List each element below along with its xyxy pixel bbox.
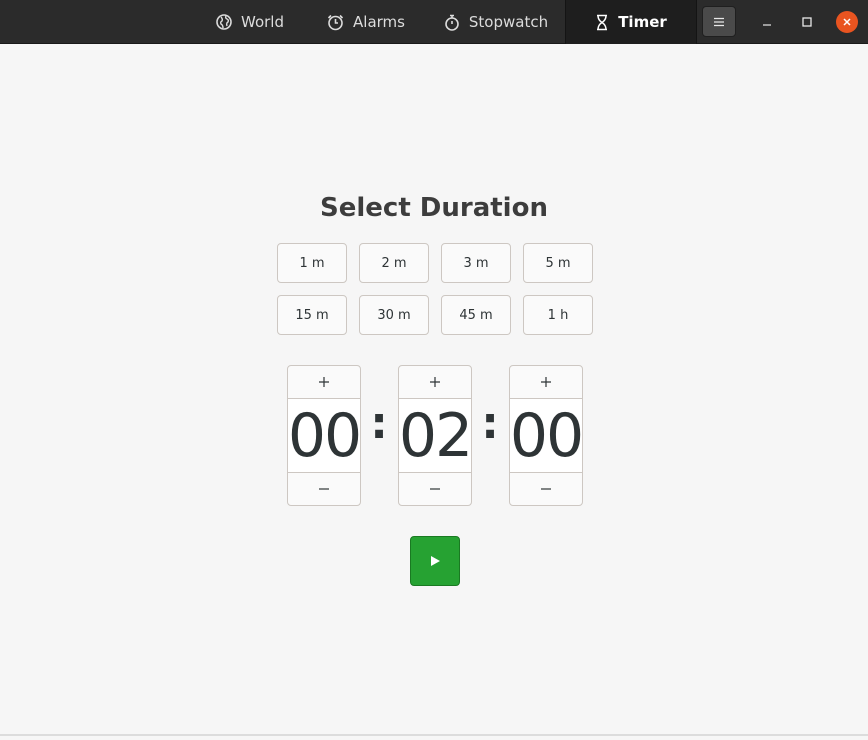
preset-30m-button[interactable]: 30 m [359, 295, 429, 335]
tab-timer[interactable]: Timer [565, 0, 697, 44]
stopwatch-icon [445, 14, 459, 31]
hours-value[interactable]: 00 [288, 398, 362, 473]
minimize-icon [763, 24, 771, 26]
minutes-spinner: 02 [398, 365, 473, 506]
preset-3m-button[interactable]: 3 m [441, 243, 511, 283]
tab-alarms[interactable]: Alarms [316, 0, 416, 44]
preset-1m-button[interactable]: 1 m [277, 243, 347, 283]
preset-45m-button[interactable]: 45 m [441, 295, 511, 335]
hours-increment-button[interactable] [288, 366, 360, 398]
start-timer-button[interactable] [410, 536, 460, 586]
main-menu-button[interactable] [702, 6, 736, 37]
page-title: Select Duration [320, 193, 548, 223]
tab-world[interactable]: World [190, 0, 310, 44]
maximize-icon [802, 17, 812, 27]
plus-icon [319, 377, 329, 387]
hours-spinner: 00 [287, 365, 362, 506]
time-separator: : [370, 398, 388, 449]
seconds-spinner: 00 [509, 365, 584, 506]
window-bottom-edge [0, 734, 868, 736]
minus-icon [430, 488, 440, 490]
tab-stopwatch-label: Stopwatch [468, 13, 549, 31]
header-bar: World Alarms Stopwatch Timer [0, 0, 868, 44]
hours-decrement-button[interactable] [288, 473, 360, 505]
seconds-increment-button[interactable] [510, 366, 582, 398]
alarm-clock-icon [327, 14, 344, 30]
tab-stopwatch[interactable]: Stopwatch [434, 0, 558, 44]
close-button[interactable] [836, 11, 858, 33]
globe-icon [216, 14, 232, 30]
hourglass-icon [597, 14, 608, 30]
seconds-decrement-button[interactable] [510, 473, 582, 505]
preset-2m-button[interactable]: 2 m [359, 243, 429, 283]
preset-1h-button[interactable]: 1 h [523, 295, 593, 335]
tab-alarms-label: Alarms [353, 13, 405, 31]
preset-15m-button[interactable]: 15 m [277, 295, 347, 335]
plus-icon [541, 377, 551, 387]
tab-world-label: World [241, 13, 284, 31]
preset-5m-button[interactable]: 5 m [523, 243, 593, 283]
minus-icon [541, 488, 551, 490]
minus-icon [319, 488, 329, 490]
seconds-value[interactable]: 00 [510, 398, 584, 473]
minimize-button[interactable] [756, 11, 778, 33]
hamburger-menu-icon [714, 17, 724, 26]
minutes-increment-button[interactable] [399, 366, 471, 398]
close-icon [843, 18, 851, 26]
minutes-decrement-button[interactable] [399, 473, 471, 505]
maximize-button[interactable] [796, 11, 818, 33]
minutes-value[interactable]: 02 [399, 398, 473, 473]
plus-icon [430, 377, 440, 387]
time-separator: : [481, 398, 499, 449]
tab-timer-label: Timer [618, 13, 667, 31]
play-icon [431, 556, 440, 566]
